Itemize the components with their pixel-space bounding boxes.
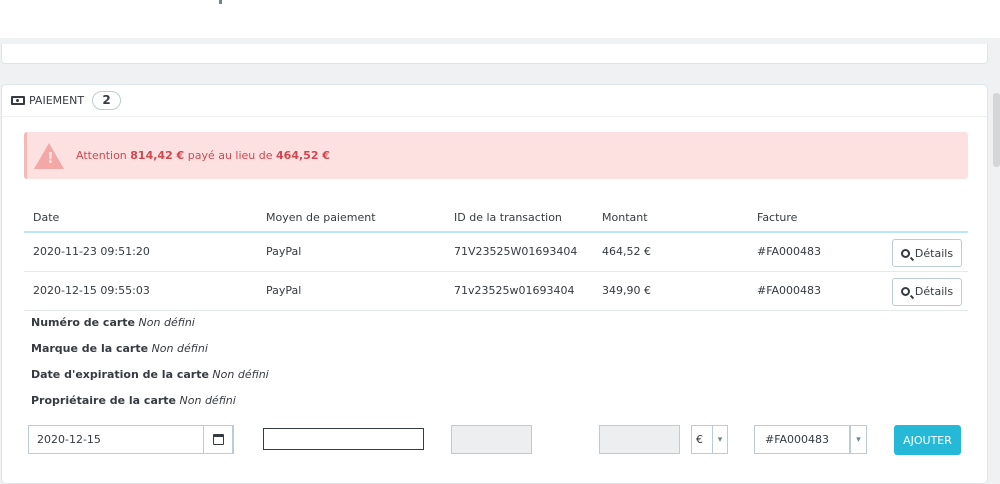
alert-prefix: Attention [76, 149, 127, 162]
card-number-value: Non défini [138, 316, 195, 329]
calendar-button[interactable] [203, 425, 233, 454]
header-date: Date [24, 203, 257, 233]
card-expiry-value: Non défini [212, 368, 269, 381]
card-expiry-label: Date d'expiration de la carte [31, 368, 209, 381]
invoice-value: #FA000483 [765, 433, 830, 446]
payment-title: PAIEMENT [29, 94, 85, 107]
row-date: 2020-11-23 09:51:20 [24, 232, 257, 272]
page-scrollbar[interactable] [993, 44, 1000, 472]
payment-alert: ! Attention 814,42 € payé au lieu de 464… [24, 132, 968, 179]
card-brand-value: Non défini [151, 342, 208, 355]
header-amount: Montant [593, 203, 748, 233]
card-number-line: Numéro de carte Non défini [31, 315, 269, 341]
top-bar [0, 0, 1000, 38]
truncated-title [215, 0, 240, 6]
add-payment-button[interactable]: AJOUTER [894, 425, 961, 455]
alert-paid-amount: 814,42 € [130, 149, 185, 162]
money-icon [11, 96, 25, 105]
row-actions: Détails [878, 232, 968, 272]
card-owner-label: Propriétaire de la carte [31, 394, 177, 407]
search-icon [900, 287, 910, 296]
warning-icon: ! [34, 142, 64, 169]
transaction-id-input[interactable] [451, 425, 532, 454]
row-amount: 464,52 € [593, 232, 748, 272]
invoice-select[interactable]: #FA000483 [754, 425, 850, 454]
alert-expected-amount: 464,52 € [276, 149, 330, 162]
card-details: Numéro de carte Non défini Marque de la … [31, 315, 269, 419]
payment-card-header: PAIEMENT 2 [2, 85, 987, 117]
card-owner-value: Non défini [179, 394, 236, 407]
row-invoice: #FA000483 [748, 271, 878, 311]
scrollbar-thumb[interactable] [993, 93, 1000, 167]
payments-table: Date Moyen de paiement ID de la transact… [24, 203, 968, 311]
card-brand-label: Marque de la carte [31, 342, 149, 355]
row-method: PayPal [257, 232, 445, 272]
invoice-select-arrow[interactable]: ▾ [850, 425, 867, 454]
row-transaction: 71V23525W01693404 [445, 232, 593, 272]
currency-select-arrow[interactable]: ▾ [712, 425, 728, 454]
header-transaction: ID de la transaction [445, 203, 593, 233]
table-row: 2020-11-23 09:51:20 PayPal 71V23525W0169… [24, 232, 968, 272]
alert-middle: payé au lieu de [187, 149, 273, 162]
row-date: 2020-12-15 09:55:03 [24, 271, 257, 311]
details-label: Détails [914, 285, 954, 298]
add-payment-form: 2020-12-15 € ▾ #FA000483 ▾ AJOUTER [22, 417, 966, 469]
row-amount: 349,90 € [593, 271, 748, 311]
payment-date-value: 2020-12-15 [37, 433, 101, 446]
calendar-icon [212, 434, 224, 445]
row-invoice: #FA000483 [748, 232, 878, 272]
card-brand-line: Marque de la carte Non défini [31, 341, 269, 367]
table-row: 2020-12-15 09:55:03 PayPal 71v23525w0169… [24, 271, 968, 311]
previous-card-bottom [1, 44, 988, 64]
payment-count-badge: 2 [92, 91, 122, 110]
payment-method-input[interactable] [263, 428, 424, 450]
row-transaction: 71v23525w01693404 [445, 271, 593, 311]
amount-input[interactable] [599, 425, 680, 454]
header-actions [878, 203, 968, 233]
details-label: Détails [914, 246, 954, 260]
card-expiry-line: Date d'expiration de la carte Non défini [31, 367, 269, 393]
row-actions: Détails [878, 271, 968, 311]
details-button[interactable]: Détails [892, 239, 962, 267]
details-button[interactable]: Détails [892, 277, 962, 306]
currency-value: € [696, 433, 703, 446]
table-header-row: Date Moyen de paiement ID de la transact… [24, 203, 968, 233]
alert-text: Attention 814,42 € payé au lieu de 464,5… [76, 149, 330, 162]
payment-date-input[interactable]: 2020-12-15 [28, 425, 234, 454]
search-icon [900, 248, 910, 258]
header-method: Moyen de paiement [257, 203, 445, 233]
card-owner-line: Propriétaire de la carte Non défini [31, 393, 269, 419]
card-number-label: Numéro de carte [31, 316, 136, 329]
row-method: PayPal [257, 271, 445, 311]
chevron-down-icon: ▾ [856, 434, 861, 445]
chevron-down-icon: ▾ [717, 434, 723, 445]
header-invoice: Facture [748, 203, 878, 233]
